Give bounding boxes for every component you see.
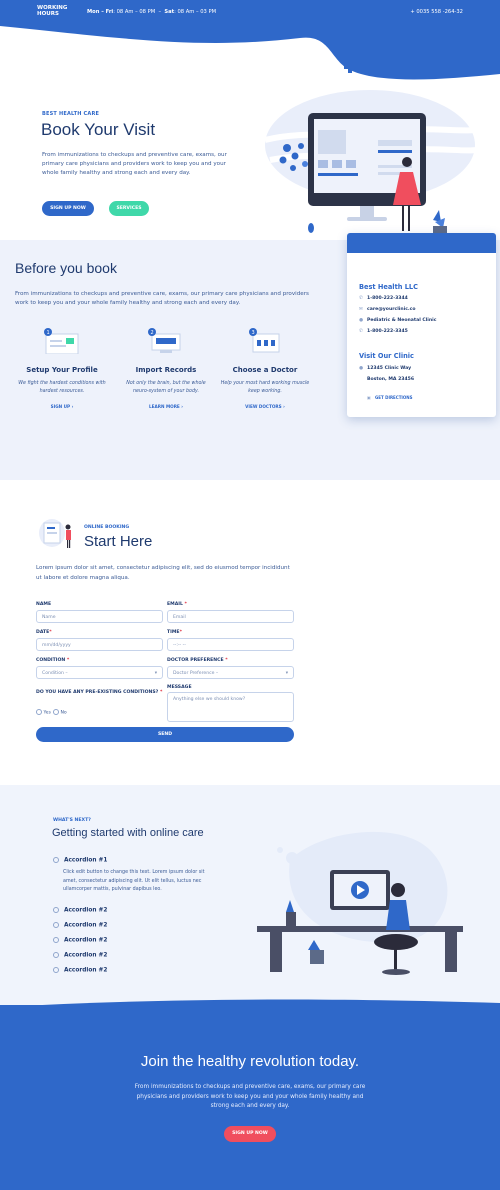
contact-phone-1[interactable]: ✆ 1-800-222-3344 [359,296,408,301]
accordion-item-1[interactable]: Accordion #1 [53,857,107,864]
mail-icon: ✉ [359,307,363,312]
footer-cta: Join the healthy revolution today. From … [0,1005,500,1190]
card-header-bar [347,233,496,253]
contact-phone-2[interactable]: ✆ 1-800-222-3345 [359,329,408,334]
opening-hours: Mon – Fri: 08 Am – 08 PM – Sat: 08 Am – … [87,9,217,15]
accordion-item-5[interactable]: Accordion #2 [53,952,107,959]
accordion-body-1: Click edit button to change this text. L… [63,870,205,892]
hero-text: From immunizations to checkups and preve… [42,152,227,176]
svg-text:2: 2 [151,330,154,336]
footer-text: From immunizations to checkups and preve… [134,1084,366,1109]
step-link[interactable]: SIGN UP › [17,404,107,409]
send-button[interactable]: SEND [36,727,294,742]
hero-eyebrow: BEST HEALTH CARE [42,111,100,117]
step-desc: We fight the hardest conditions with har… [18,381,106,394]
contact-clinic: ● Pediatric & Neonatal Clinic [359,318,437,323]
step-desc: Help your most hard working muscle keep … [220,381,310,394]
step-link[interactable]: LEARN MORE › [121,404,211,409]
step-title: Import Records [135,366,197,374]
step-desc: Not only the brain, but the whole neuro-… [126,381,206,394]
chevron-down-icon: ▾ [154,671,157,676]
step-choose-doctor: 3 Choose a Doctor Help your most hard wo… [220,328,310,409]
name-input[interactable]: Name [36,610,163,623]
profile-icon: 1 [42,328,82,355]
preexisting-label: DO YOU HAVE ANY PRE-EXISTING CONDITIONS?… [36,690,163,695]
top-bar: WORKING HOURS Mon – Fri: 08 Am – 08 PM –… [0,0,500,26]
time-label: TIME* [167,630,182,635]
name-label: NAME [36,602,52,607]
step-title: Choose a Doctor [232,366,298,374]
address-line-2: Boston, MA 23456 [367,377,415,382]
header-phone[interactable]: + 0035 558 -264-32 [410,9,463,15]
accordion-item-2[interactable]: Accordion #2 [53,907,107,914]
doctor-icon: 3 [245,328,285,354]
records-icon: 2 [146,328,186,354]
email-input[interactable]: Email [167,610,294,623]
signup-button[interactable]: SIGN UP NOW [42,201,94,216]
step-import-records: 2 Import Records Not only the brain, but… [121,328,211,409]
next-title: Getting started with online care [52,827,204,839]
services-button[interactable]: SERVICES [109,201,149,216]
date-input[interactable]: mm/dd/yyyy [36,638,163,651]
chevron-down-icon: ▾ [285,671,288,676]
phone-icon: ✆ [359,296,363,301]
message-label: MESSAGE [167,685,192,690]
contact-card: Best Health LLC ✆ 1-800-222-3344 ✉ care@yo… [347,233,496,417]
condition-label: CONDITION * [36,658,70,663]
time-input[interactable]: --:-- -- [167,638,294,651]
hero-title: Book Your Visit [41,120,156,139]
next-eyebrow: WHAT'S NEXT? [53,818,91,823]
accordion-item-6[interactable]: Accordion #2 [53,967,107,974]
svg-text:3: 3 [252,330,255,336]
getting-started-section: WHAT'S NEXT? Getting started with online… [0,785,500,1005]
accordion-item-4[interactable]: Accordion #2 [53,937,107,944]
phone-icon: ✆ [359,329,363,334]
address-line-1: ● 12345 Clinic Way [359,366,412,371]
section-title: Before you book [15,260,117,276]
doctor-select[interactable]: Doctor Preference – ▾ [167,666,294,679]
footer-signup-button[interactable]: SIGN UP NOW [224,1126,276,1142]
doctor-label: DOCTOR PREFERENCE * [167,658,228,663]
footer-title: Join the healthy revolution today. [140,1053,360,1070]
svg-text:1: 1 [47,330,50,336]
email-label: EMAIL * [167,602,187,607]
date-label: DATE* [36,630,52,635]
booking-illustration [39,519,71,548]
visit-title: Visit Our Clinic [359,352,414,360]
online-care-illustration [257,831,463,975]
radio-no[interactable]: No [53,709,67,716]
message-textarea[interactable]: Anything else we should know? [167,692,294,722]
header-wave [0,20,500,80]
step-title: Setup Your Profile [26,366,98,374]
get-directions-link[interactable]: ▣ GET DIRECTIONS [367,395,413,400]
working-hours-label: WORKING HOURS [37,5,68,17]
step-link[interactable]: VIEW DOCTORS › [220,404,310,409]
company-name: Best Health LLC [359,283,418,291]
booking-eyebrow: ONLINE BOOKING [84,525,130,530]
map-icon: ▣ [367,395,371,400]
accordion-item-3[interactable]: Accordion #2 [53,922,107,929]
booking-text: Lorem ipsum dolor sit amet, consectetur … [36,565,290,581]
booking-title: Start Here [84,533,153,550]
radio-yes[interactable]: Yes [36,709,51,716]
condition-select[interactable]: Condition – ▾ [36,666,163,679]
section-text: From immunizations to checkups and preve… [15,291,309,306]
location-icon: ● [359,318,364,323]
step-setup-profile: 1 Setup Your Profile We fight the hardes… [17,328,107,409]
location-icon: ● [359,366,364,371]
contact-email[interactable]: ✉ care@yourclinic.co [359,307,416,312]
